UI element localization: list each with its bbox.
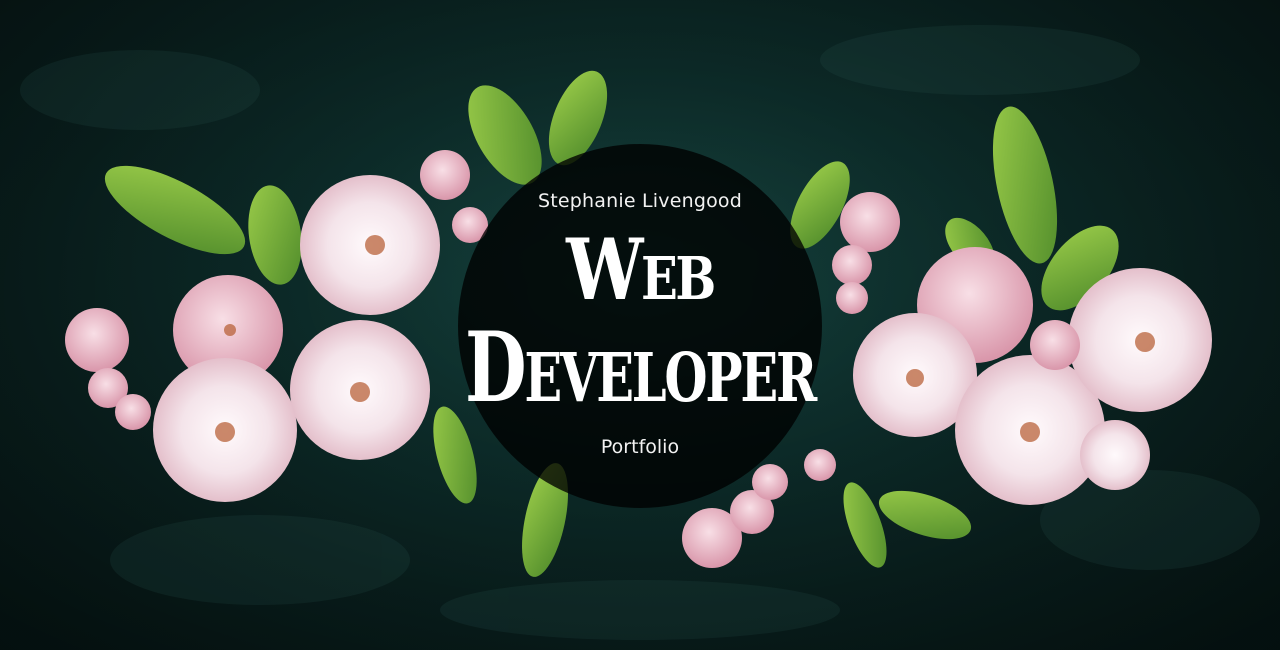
author-name: Stephanie Livengood	[537, 190, 742, 212]
hero-section: Stephanie Livengood Web Developer Portfo…	[0, 0, 1280, 650]
headline-line-2: Developer	[464, 311, 817, 424]
headline-line-1: Web	[566, 220, 716, 319]
subtitle-label: Portfolio	[600, 436, 680, 458]
